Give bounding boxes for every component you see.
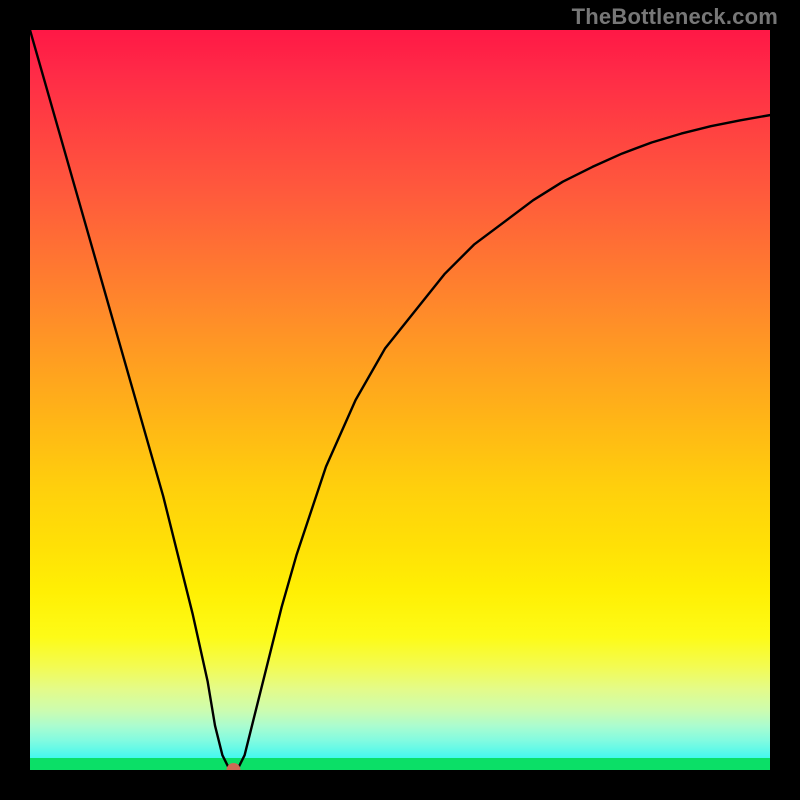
curve-svg — [30, 30, 770, 770]
watermark-text: TheBottleneck.com — [572, 4, 778, 30]
chart-frame: TheBottleneck.com — [0, 0, 800, 800]
curve-path — [30, 30, 770, 770]
plot-area — [30, 30, 770, 770]
marker-dot — [227, 763, 241, 770]
